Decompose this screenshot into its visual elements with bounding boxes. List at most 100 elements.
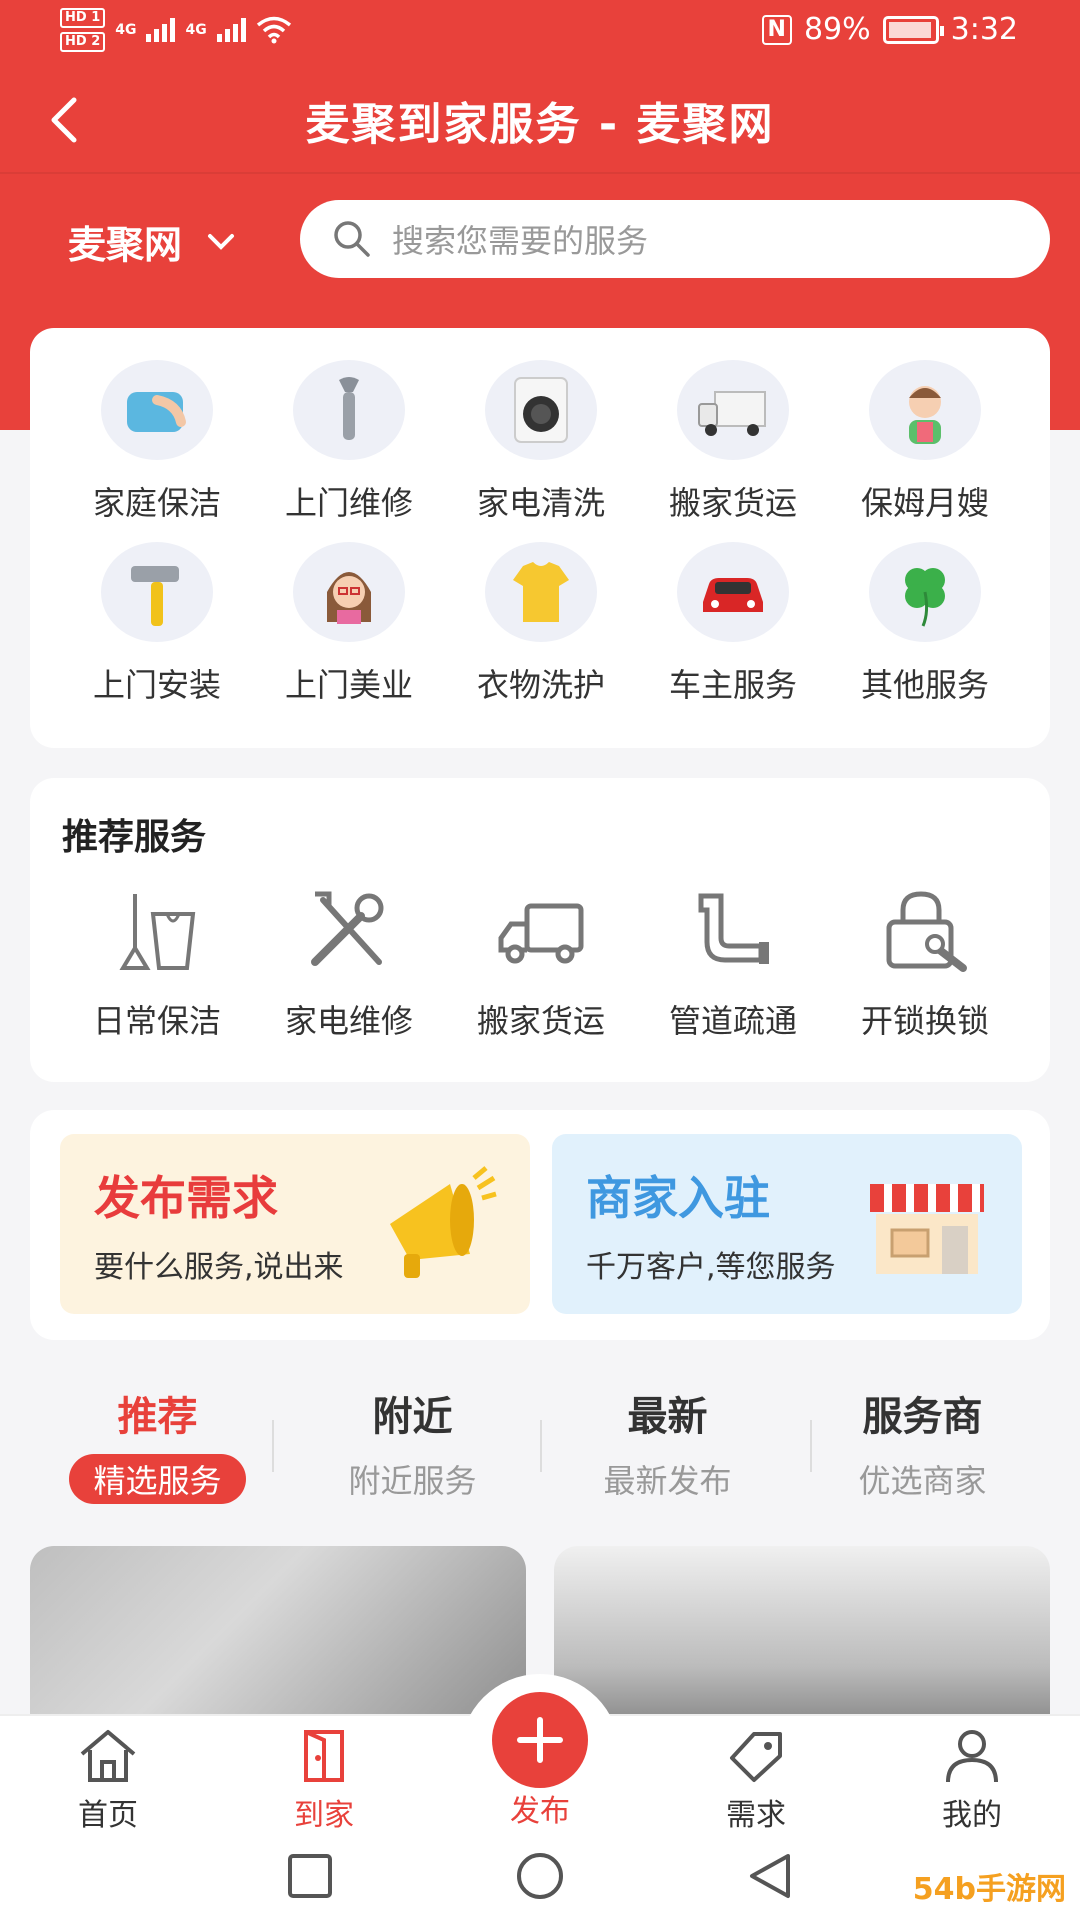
tab-name: 服务商 [862, 1394, 983, 1440]
merchant-subtitle: 千万客户,等您服务 [586, 1250, 836, 1285]
van-icon [498, 903, 584, 964]
battery-percent: 89% [803, 12, 871, 47]
car-icon [677, 542, 789, 642]
category-label: 衣物洗护 [476, 666, 605, 704]
status-bar: HD 1 HD 2 4G 4G N 89% 3:32 [0, 0, 1080, 64]
tshirt-icon [485, 542, 597, 642]
status-left: HD 1 HD 2 4G 4G [60, 8, 292, 52]
rec-appliance-repair[interactable]: 家电维修 [254, 888, 444, 1042]
watermark: 54b手游网 [906, 1864, 1072, 1908]
category-installation[interactable]: 上门安装 [62, 542, 252, 706]
nav-label: 需求 [726, 1798, 786, 1833]
category-car-service[interactable]: 车主服务 [638, 542, 828, 706]
rec-label: 开锁换锁 [860, 1002, 989, 1040]
cleaning-cloth-icon [101, 360, 213, 460]
hd1-badge: HD 1 [60, 8, 106, 28]
category-label: 上门美业 [284, 666, 413, 704]
section-title: 推荐服务 [62, 817, 207, 858]
category-label: 车主服务 [668, 666, 797, 704]
home-icon [80, 1730, 136, 1782]
nav-mine[interactable]: 我的 [892, 1728, 1052, 1834]
washing-machine-icon [485, 360, 597, 460]
search-icon [334, 221, 370, 257]
category-label: 其他服务 [860, 666, 989, 704]
category-label: 家电清洗 [476, 484, 605, 522]
nav-home[interactable]: 首页 [28, 1728, 188, 1834]
category-moving[interactable]: 搬家货运 [638, 360, 828, 524]
nav-demand[interactable]: 需求 [676, 1728, 836, 1834]
nav-label: 到家 [294, 1798, 354, 1833]
battery-icon [882, 15, 944, 44]
search-bar[interactable]: 搜索您需要的服务 [300, 200, 1050, 278]
tab-providers[interactable]: 服务商 优选商家 [795, 1384, 1050, 1504]
rec-daily-cleaning[interactable]: 日常保洁 [62, 888, 252, 1042]
tab-divider [272, 1420, 274, 1472]
truck-icon [677, 360, 789, 460]
nav-label: 首页 [78, 1798, 138, 1833]
clover-icon [869, 542, 981, 642]
chevron-down-icon [208, 233, 235, 250]
category-home-cleaning[interactable]: 家庭保洁 [62, 360, 252, 524]
publish-demand-banner[interactable]: 发布需求 要什么服务,说出来 [60, 1134, 530, 1314]
back-triangle-icon[interactable] [744, 1850, 796, 1902]
category-label: 搬家货运 [668, 484, 797, 522]
tab-recommend[interactable]: 推荐 精选服务 [30, 1384, 285, 1504]
rec-label: 搬家货运 [476, 1002, 605, 1040]
tools-icon [311, 891, 384, 966]
hd2-badge: HD 2 [60, 32, 106, 52]
category-laundry[interactable]: 衣物洗护 [446, 542, 636, 706]
category-beauty[interactable]: 上门美业 [254, 542, 444, 706]
category-label: 上门安装 [92, 666, 221, 704]
rec-label: 日常保洁 [92, 1002, 221, 1040]
status-right: N 89% 3:32 [761, 12, 1018, 47]
clock: 3:32 [950, 12, 1018, 47]
rec-moving[interactable]: 搬家货运 [446, 888, 636, 1042]
network-type-1: 4G [115, 22, 137, 38]
category-label: 上门维修 [284, 484, 413, 522]
rec-lock-service[interactable]: 开锁换锁 [830, 888, 1020, 1042]
merchant-title: 商家入驻 [586, 1171, 770, 1225]
nav-to-home[interactable]: 到家 [244, 1728, 404, 1834]
user-icon [946, 1730, 998, 1783]
wifi-icon [256, 16, 291, 44]
category-appliance-cleaning[interactable]: 家电清洗 [446, 360, 636, 524]
publish-button[interactable] [492, 1692, 588, 1788]
rec-label: 管道疏通 [668, 1002, 797, 1040]
city-label: 麦聚网 [68, 223, 183, 267]
merchant-join-banner[interactable]: 商家入驻 千万客户,等您服务 [552, 1134, 1022, 1314]
city-selector[interactable]: 麦聚网 [68, 214, 236, 269]
page-title: 麦聚到家服务 - 麦聚网 [305, 99, 775, 150]
lock-wrench-icon [886, 891, 967, 972]
network-type-2: 4G [185, 22, 207, 38]
hd-indicators: HD 1 HD 2 [60, 8, 106, 52]
tab-sub: 最新发布 [603, 1462, 732, 1500]
publish-subtitle: 要什么服务,说出来 [94, 1250, 344, 1285]
pipe-icon [698, 893, 769, 964]
recent-apps-icon[interactable] [284, 1850, 336, 1902]
home-circle-icon[interactable] [514, 1850, 566, 1902]
signal-icon [146, 18, 176, 42]
category-grid: 家庭保洁 上门维修 家电清洗 搬家货运 保姆月嫂 上门安装 上门美业 衣物洗护 … [30, 328, 1050, 748]
shop-icon [870, 1184, 984, 1274]
rec-label: 家电维修 [284, 1002, 413, 1040]
publish-title: 发布需求 [94, 1171, 278, 1225]
beauty-icon [293, 542, 405, 642]
tab-nearby[interactable]: 附近 附近服务 [285, 1384, 540, 1504]
promo-card: 发布需求 要什么服务,说出来 商家入驻 千万客户,等您服务 [30, 1110, 1050, 1340]
recommended-services: 推荐服务 日常保洁 家电维修 搬家货运 管道疏通 开锁换锁 [30, 778, 1050, 1082]
hammer-icon [101, 542, 213, 642]
nanny-icon [869, 360, 981, 460]
feed-tabs: 推荐 精选服务 附近 附近服务 最新 最新发布 服务商 优选商家 [30, 1384, 1050, 1504]
door-icon [304, 1730, 344, 1782]
category-other[interactable]: 其他服务 [830, 542, 1020, 706]
category-repair[interactable]: 上门维修 [254, 360, 444, 524]
header-divider [0, 172, 1080, 174]
nav-label: 我的 [942, 1798, 1002, 1833]
tab-sub: 附近服务 [348, 1462, 477, 1500]
tab-latest[interactable]: 最新 最新发布 [540, 1384, 795, 1504]
category-nanny[interactable]: 保姆月嫂 [830, 360, 1020, 524]
tag-icon [730, 1732, 782, 1782]
search-placeholder: 搜索您需要的服务 [392, 222, 649, 260]
rec-pipe-dredge[interactable]: 管道疏通 [638, 888, 828, 1042]
plus-icon [517, 1717, 563, 1763]
